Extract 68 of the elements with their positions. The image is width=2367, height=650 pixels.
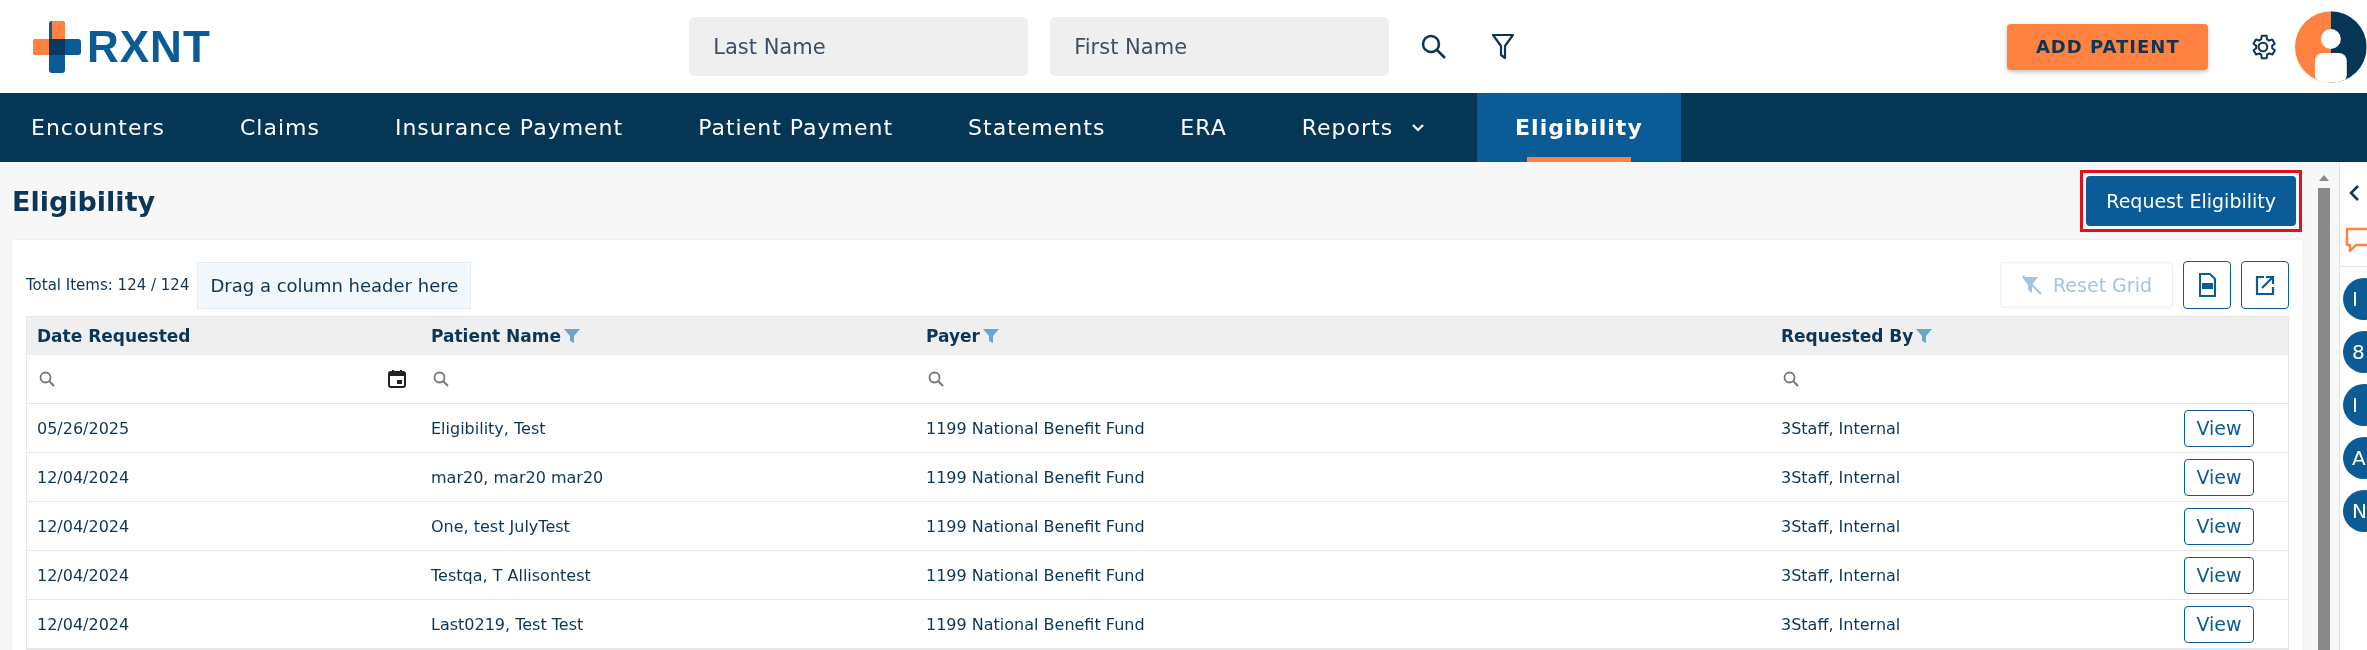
filter-icon[interactable]	[1491, 32, 1516, 61]
table-cell: 1199 National Benefit Fund	[926, 418, 1145, 438]
logo-text: RXNT	[87, 21, 211, 72]
add-patient-button[interactable]: ADD PATIENT	[2007, 23, 2209, 70]
table-cell: 1199 National Benefit Fund	[926, 467, 1145, 487]
nav-tab[interactable]: Eligibility	[1477, 93, 1681, 162]
user-avatar-badge[interactable]: 8	[2343, 331, 2367, 373]
table-cell: 12/04/2024	[37, 614, 130, 634]
group-drop-area[interactable]: Drag a column header here	[197, 261, 472, 309]
column-header-cell[interactable]: Requested By	[1771, 326, 2141, 346]
total-items-text: Total Items: 124 / 124	[26, 276, 190, 294]
search-icon	[1783, 371, 1799, 387]
avatar-icon[interactable]	[2295, 10, 2367, 83]
table-cell: 12/04/2024	[37, 516, 130, 536]
table-cell: Testqa, T Allisontest	[431, 565, 591, 585]
table-cell: One, test JulyTest	[431, 516, 570, 536]
export-button[interactable]	[2241, 261, 2289, 309]
search-icon	[39, 371, 55, 387]
column-header-cell[interactable]: Payer	[916, 326, 1771, 346]
nav-tab[interactable]: Patient Payment	[667, 93, 925, 162]
export-arrow-icon	[2253, 273, 2277, 297]
scroll-up-icon[interactable]	[2318, 174, 2330, 182]
logo-cross-icon	[33, 20, 81, 73]
search-icon	[928, 371, 944, 387]
view-button[interactable]: View	[2184, 458, 2254, 496]
column-header-cell[interactable]: Date Requested	[27, 326, 421, 346]
table-cell: Last0219, Test Test	[431, 614, 584, 634]
table-cell: 12/04/2024	[37, 565, 130, 585]
search-icon[interactable]	[1421, 33, 1448, 60]
table-cell: 3Staff, Internal	[1781, 614, 1901, 634]
table-cell: 3Staff, Internal	[1781, 467, 1901, 487]
chevron-down-icon	[1411, 123, 1426, 132]
view-button[interactable]: View	[2184, 556, 2254, 594]
nav-tab[interactable]: Claims	[208, 93, 351, 162]
table-cell: 3Staff, Internal	[1781, 565, 1901, 585]
table-cell: 1199 National Benefit Fund	[926, 516, 1145, 536]
user-avatar-badge[interactable]: N	[2343, 490, 2367, 532]
search-icon	[433, 371, 449, 387]
table-cell: 1199 National Benefit Fund	[926, 614, 1145, 634]
user-avatar-badge[interactable]: A	[2343, 437, 2367, 479]
scrollbar-thumb[interactable]	[2318, 188, 2330, 650]
nav-tab[interactable]: Insurance Payment	[363, 93, 655, 162]
name-search-field[interactable]: Last Name	[689, 17, 1029, 76]
view-button[interactable]: View	[2184, 409, 2254, 447]
view-button[interactable]: View	[2184, 605, 2254, 643]
filter-clear-icon	[2021, 275, 2043, 295]
name-search-field[interactable]: First Name	[1050, 17, 1390, 76]
table-cell: 05/26/2025	[37, 418, 130, 438]
column-header-cell[interactable]: Patient Name	[421, 326, 916, 346]
request-eligibility-button[interactable]: Request Eligibility	[2086, 176, 2296, 226]
table-cell: 1199 National Benefit Fund	[926, 565, 1145, 585]
nav-tab[interactable]: Statements	[937, 93, 1137, 162]
table-cell: 12/04/2024	[37, 467, 130, 487]
pdf-file-icon	[2197, 273, 2217, 297]
chevron-left-icon[interactable]	[2348, 184, 2360, 202]
view-button[interactable]: View	[2184, 507, 2254, 545]
page-title: Eligibility	[12, 185, 156, 217]
pdf-export-button[interactable]	[2183, 261, 2231, 309]
nav-tab[interactable]: ERA	[1149, 93, 1258, 162]
table-cell: 3Staff, Internal	[1781, 418, 1901, 438]
nav-tab[interactable]: Encounters	[0, 93, 196, 162]
user-avatar-badge[interactable]: I	[2343, 278, 2367, 320]
table-cell: 3Staff, Internal	[1781, 516, 1901, 536]
user-avatar-badge[interactable]: I	[2343, 384, 2367, 426]
table-cell: Eligibility, Test	[431, 418, 546, 438]
calendar-icon[interactable]	[387, 369, 407, 389]
nav-tab[interactable]: Reports	[1270, 93, 1457, 162]
table-cell: mar20, mar20 mar20	[431, 467, 604, 487]
